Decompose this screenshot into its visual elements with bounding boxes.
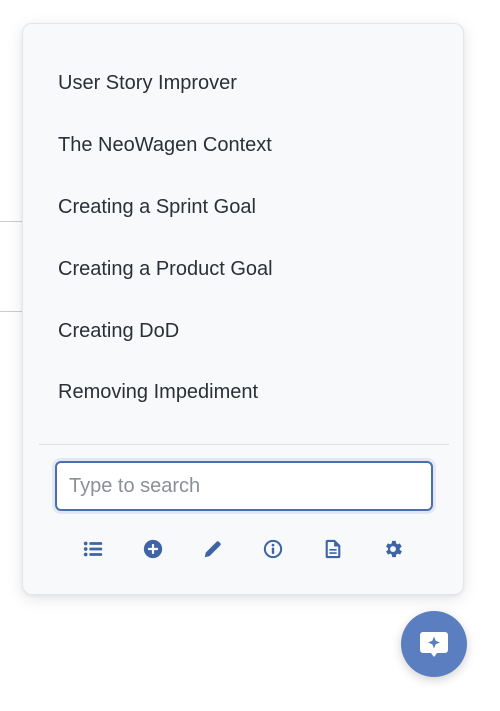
prompt-item-dod[interactable]: Creating DoD (58, 319, 179, 343)
chat-fab-button[interactable] (401, 611, 467, 677)
document-button[interactable] (320, 536, 346, 562)
pencil-icon (204, 541, 221, 558)
info-icon (263, 539, 283, 559)
prompt-item-neowagen-context[interactable]: The NeoWagen Context (58, 133, 272, 157)
gear-icon (386, 540, 402, 558)
toolbar (23, 536, 463, 566)
info-button[interactable] (260, 536, 286, 562)
prompt-popup: User Story Improver The NeoWagen Context… (22, 23, 464, 595)
prompt-item-removing-impediment[interactable]: Removing Impediment (58, 380, 258, 404)
prompt-item-sprint-goal[interactable]: Creating a Sprint Goal (58, 195, 256, 219)
divider (39, 444, 449, 445)
edit-button[interactable] (200, 536, 226, 562)
prompt-item-user-story-improver[interactable]: User Story Improver (58, 71, 237, 95)
document-icon (325, 539, 341, 559)
prompt-item-product-goal[interactable]: Creating a Product Goal (58, 257, 273, 281)
add-button[interactable] (140, 536, 166, 562)
list-button[interactable] (80, 536, 106, 562)
chat-sparkle-icon (420, 632, 448, 657)
list-icon (83, 541, 103, 557)
search-input[interactable] (55, 461, 433, 511)
settings-button[interactable] (380, 536, 406, 562)
add-circle-icon (143, 539, 163, 559)
page: User Story Improver The NeoWagen Context… (0, 0, 500, 711)
